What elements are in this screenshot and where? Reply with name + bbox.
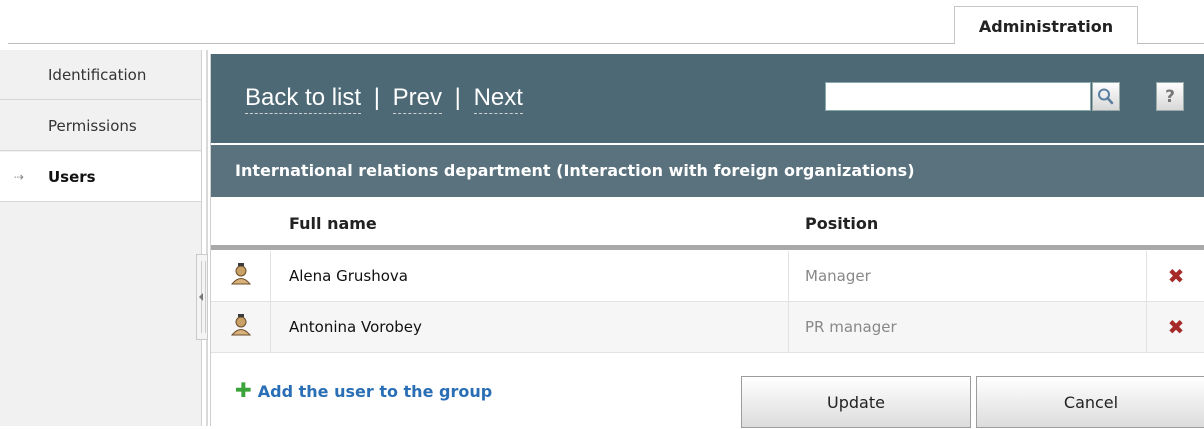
active-arrow-icon: ⇢	[14, 170, 25, 184]
sidebar: Identification Permissions ⇢ Users	[0, 50, 202, 426]
user-cell	[211, 302, 271, 352]
nav-separator: |	[373, 84, 380, 111]
column-header-position[interactable]: Position	[805, 214, 878, 233]
prev-link[interactable]: Prev	[392, 84, 442, 114]
column-header-full-name[interactable]: Full name	[289, 214, 377, 233]
user-full-name: Antonina Vorobey	[289, 318, 422, 336]
user-icon	[230, 314, 252, 336]
tab-administration[interactable]: Administration	[954, 6, 1138, 44]
main-panel: Back to list | Prev | Next ? Internation…	[210, 54, 1204, 428]
sidebar-item-label: Users	[48, 168, 96, 186]
panel-header: Back to list | Prev | Next ?	[211, 54, 1204, 143]
tab-join	[955, 43, 1137, 45]
search-button[interactable]	[1092, 82, 1120, 111]
sidebar-item-label: Permissions	[48, 117, 137, 135]
back-to-list-link[interactable]: Back to list	[245, 84, 362, 114]
cancel-button[interactable]: Cancel	[976, 376, 1204, 428]
table-row[interactable]: Antonina Vorobey PR manager ✖	[211, 302, 1204, 353]
user-cell	[211, 251, 271, 301]
next-link[interactable]: Next	[473, 84, 523, 114]
collapse-arrow-icon	[199, 293, 203, 301]
plus-icon: ✚	[235, 378, 252, 402]
user-position: Manager	[788, 251, 1147, 301]
user-full-name: Alena Grushova	[289, 267, 408, 285]
sidebar-item-permissions[interactable]: Permissions	[0, 101, 201, 151]
help-button[interactable]: ?	[1156, 82, 1184, 111]
sidebar-item-users[interactable]: ⇢ Users	[0, 152, 201, 202]
sidebar-item-identification[interactable]: Identification	[0, 50, 201, 100]
group-title: International relations department (Inte…	[211, 145, 1204, 197]
sidebar-collapse-handle[interactable]	[196, 254, 208, 340]
user-position: PR manager	[788, 302, 1147, 352]
delete-icon[interactable]: ✖	[1147, 251, 1204, 301]
nav-separator: |	[454, 84, 461, 111]
table-header-divider	[211, 245, 1204, 250]
search-icon	[1098, 88, 1114, 105]
sidebar-item-label: Identification	[48, 66, 147, 84]
add-user-label: Add the user to the group	[257, 382, 493, 401]
breadcrumb: Back to list | Prev | Next	[245, 84, 523, 114]
delete-icon[interactable]: ✖	[1147, 302, 1204, 352]
user-icon	[230, 263, 252, 285]
add-user-link[interactable]: ✚ Add the user to the group	[235, 378, 492, 402]
panel-border	[206, 50, 208, 426]
table-row[interactable]: Alena Grushova Manager ✖	[211, 251, 1204, 302]
search-input[interactable]	[825, 82, 1091, 111]
update-button[interactable]: Update	[741, 376, 971, 428]
